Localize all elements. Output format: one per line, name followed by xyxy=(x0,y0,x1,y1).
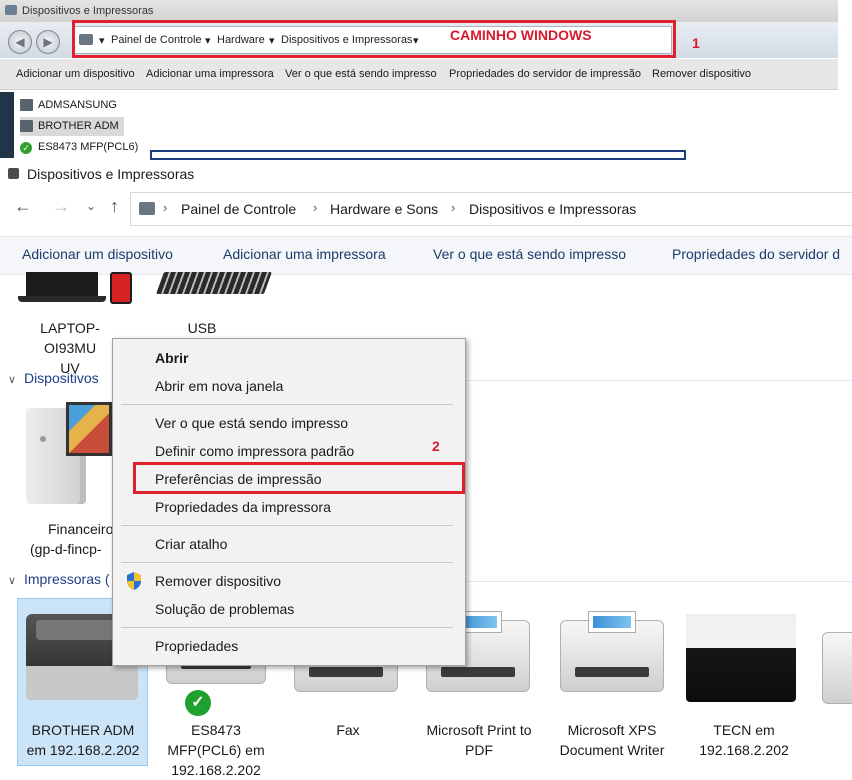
breadcrumb-control-panel[interactable]: Painel de Controle xyxy=(181,201,296,217)
add-printer-button[interactable]: Adicionar uma impressora xyxy=(223,246,386,262)
back-arrow-icon[interactable]: ← xyxy=(14,196,32,217)
chevron-down-icon: ∨ xyxy=(8,374,17,386)
legacy-add-device-button[interactable]: Adicionar um dispositivo xyxy=(16,68,135,80)
legacy-title-bar: Dispositivos e Impressoras xyxy=(0,0,838,22)
breadcrumb-hardware-sounds[interactable]: Hardware e Sons xyxy=(330,201,438,217)
tecn-printer-icon xyxy=(686,614,796,702)
printer-microsoft-pdf[interactable]: Microsoft Print to PDF xyxy=(412,720,546,760)
menu-item-printer-properties[interactable]: Propriedades da impressora xyxy=(155,499,331,515)
section-header-printers[interactable]: ∨ Impressoras ( xyxy=(8,571,110,587)
annotation-box-preferences xyxy=(133,462,465,494)
xps-printer-icon xyxy=(560,611,664,692)
default-printer-check-icon: ✓ xyxy=(185,690,211,716)
menu-item-remove-device[interactable]: Remover dispositivo xyxy=(155,573,281,589)
main-address-bar[interactable]: › Painel de Controle › Hardware e Sons ›… xyxy=(130,192,852,226)
menu-item-see-printing[interactable]: Ver o que está sendo impresso xyxy=(155,415,348,431)
breadcrumb-devices-printers[interactable]: Dispositivos e Impressoras xyxy=(469,201,636,217)
menu-separator xyxy=(121,525,453,526)
background-dialog-edge xyxy=(150,150,686,160)
phone-icon xyxy=(110,272,132,304)
forward-arrow-icon[interactable]: ▶ xyxy=(36,30,60,54)
main-toolbar: Adicionar um dispositivo Adicionar uma i… xyxy=(0,236,852,275)
desktop-edge xyxy=(0,92,14,158)
chevron-right-icon: › xyxy=(313,200,318,215)
section-divider xyxy=(466,380,852,381)
legacy-device-es8473[interactable]: ✓ ES8473 MFP(PCL6) xyxy=(20,138,143,157)
menu-item-create-shortcut[interactable]: Criar atalho xyxy=(155,536,227,552)
forward-arrow-icon[interactable]: → xyxy=(52,196,70,217)
printer-folder-icon xyxy=(5,5,17,15)
printer-es8473[interactable]: ES8473 MFP(PCL6) em 192.168.2.202 xyxy=(160,720,272,780)
printer-icon-partial xyxy=(822,632,852,704)
uac-shield-icon xyxy=(127,572,141,590)
status-light xyxy=(40,436,46,442)
legacy-device-brother-adm[interactable]: BROTHER ADM xyxy=(20,117,124,136)
chevron-down-icon: ∨ xyxy=(8,575,17,587)
menu-item-open-new-window[interactable]: Abrir em nova janela xyxy=(155,378,283,394)
annotation-number-2: 2 xyxy=(432,438,440,454)
annotation-number-1: 1 xyxy=(692,35,700,51)
back-arrow-icon[interactable]: ◀ xyxy=(8,30,32,54)
laptop-base xyxy=(18,296,106,302)
recent-locations-icon[interactable]: ⌄ xyxy=(86,199,96,213)
keyboard-icon xyxy=(155,272,273,294)
section-header-multimedia[interactable]: ∨ Dispositivos xyxy=(8,370,99,386)
device-laptop[interactable]: LAPTOP-OI93MU UV xyxy=(18,318,122,378)
legacy-server-props-button[interactable]: Propriedades do servidor de impressão xyxy=(449,68,641,80)
see-printing-button[interactable]: Ver o que está sendo impresso xyxy=(433,246,626,262)
default-printer-check-icon: ✓ xyxy=(20,142,32,154)
chevron-right-icon: › xyxy=(451,200,456,215)
annotation-caption: CAMINHO WINDOWS xyxy=(450,27,592,43)
device-financeiro[interactable]: Financeiro (gp-d-fincp- xyxy=(18,519,114,559)
printer-fax[interactable]: Fax xyxy=(296,720,400,740)
menu-item-open[interactable]: Abrir xyxy=(155,350,188,366)
menu-item-set-default[interactable]: Definir como impressora padrão xyxy=(155,443,354,459)
menu-separator xyxy=(121,562,453,563)
legacy-window-title: Dispositivos e Impressoras xyxy=(22,5,154,17)
legacy-remove-device-button[interactable]: Remover dispositivo xyxy=(652,68,751,80)
chevron-right-icon: › xyxy=(163,200,168,215)
legacy-see-printing-button[interactable]: Ver o que está sendo impresso xyxy=(285,68,437,80)
printer-icon xyxy=(20,99,33,111)
legacy-device-admsansung[interactable]: ADMSANSUNG xyxy=(20,96,122,115)
section-divider xyxy=(466,581,852,582)
printer-icon xyxy=(20,120,33,132)
legacy-explorer-window: Dispositivos e Impressoras ◀ ▶ ▾ Painel … xyxy=(0,0,838,160)
menu-item-properties[interactable]: Propriedades xyxy=(155,638,238,654)
server-properties-button[interactable]: Propriedades do servidor d xyxy=(672,246,840,262)
menu-separator xyxy=(121,627,453,628)
up-arrow-icon[interactable]: ↑ xyxy=(110,196,119,217)
legacy-toolbar: Adicionar um dispositivo Adicionar uma i… xyxy=(0,59,838,90)
media-film-icon xyxy=(66,402,112,456)
menu-item-troubleshoot[interactable]: Solução de problemas xyxy=(155,601,294,617)
printer-microsoft-xps[interactable]: Microsoft XPS Document Writer xyxy=(546,720,678,760)
legacy-add-printer-button[interactable]: Adicionar uma impressora xyxy=(146,68,274,80)
printer-folder-icon xyxy=(8,168,19,179)
menu-separator xyxy=(121,404,453,405)
context-menu: Abrir Abrir em nova janela Ver o que est… xyxy=(112,338,466,666)
main-title-bar: Dispositivos e Impressoras xyxy=(0,160,852,188)
printer-label-brother: BROTHER ADM em 192.168.2.202 xyxy=(26,722,140,758)
control-panel-icon xyxy=(139,202,155,215)
printer-tecn[interactable]: TECN em 192.168.2.202 xyxy=(686,720,802,760)
add-device-button[interactable]: Adicionar um dispositivo xyxy=(22,246,173,262)
main-window-title: Dispositivos e Impressoras xyxy=(27,166,195,182)
